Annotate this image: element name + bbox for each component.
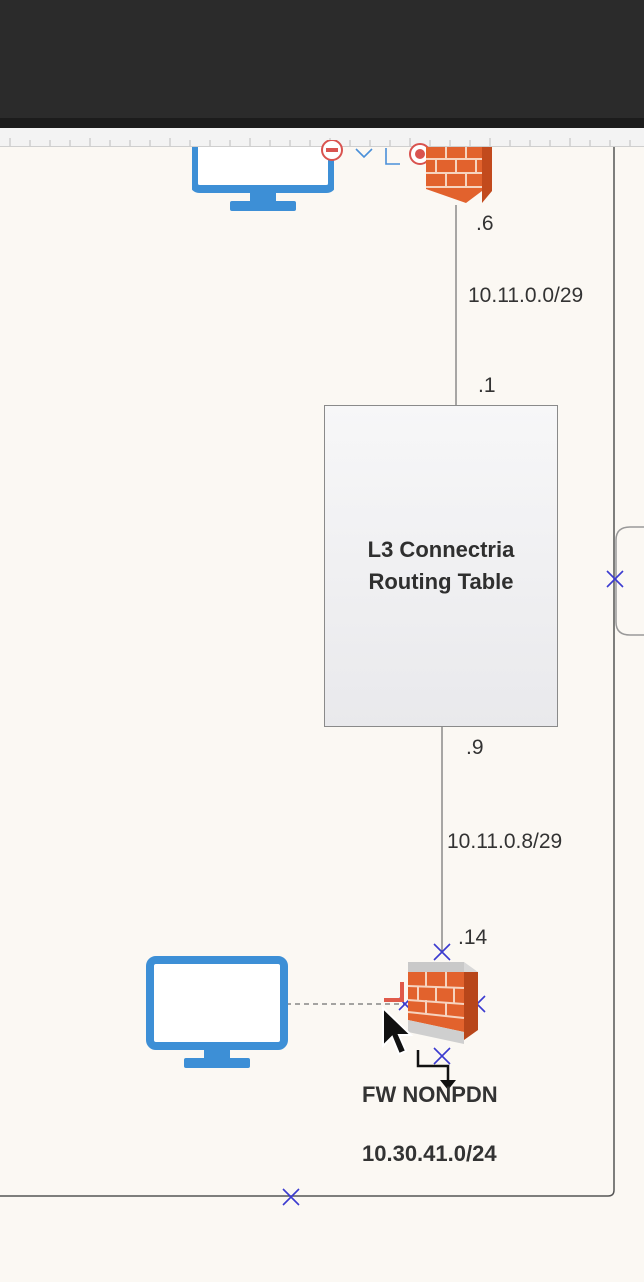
router-title-line1: L3 Connectria	[367, 537, 515, 562]
firewall-network-label: 10.30.41.0/24	[362, 1141, 497, 1166]
chevron-down-icon[interactable]	[355, 148, 373, 159]
adjacent-shape	[615, 526, 644, 636]
handle-right[interactable]	[606, 570, 624, 588]
lower-subnet-label: 10.11.0.8/29	[447, 830, 563, 853]
firewall-interface-label: .14	[458, 926, 488, 949]
top-interface-label: .6	[476, 212, 494, 235]
router-lower-interface-label: .9	[466, 736, 484, 759]
firewall-icon[interactable]	[402, 948, 484, 1054]
cursor-icon	[382, 1006, 414, 1056]
router-title: L3 Connectria Routing Table	[368, 534, 515, 598]
firewall-name-label: FW NONPDN	[362, 1082, 498, 1107]
router-upper-interface-label: .1	[478, 374, 496, 397]
router-box[interactable]: L3 Connectria Routing Table	[324, 405, 558, 727]
resize-handle-icon[interactable]	[382, 980, 406, 1004]
connector-arrow-icon[interactable]	[385, 148, 400, 165]
handle-bottom[interactable]	[282, 1188, 300, 1206]
firewall-icon[interactable]	[416, 147, 496, 207]
router-title-line2: Routing Table	[368, 569, 514, 594]
monitor-icon[interactable]	[146, 956, 288, 1072]
upper-subnet-label: 10.11.0.0/29	[468, 284, 584, 307]
monitor-icon[interactable]	[192, 147, 334, 213]
